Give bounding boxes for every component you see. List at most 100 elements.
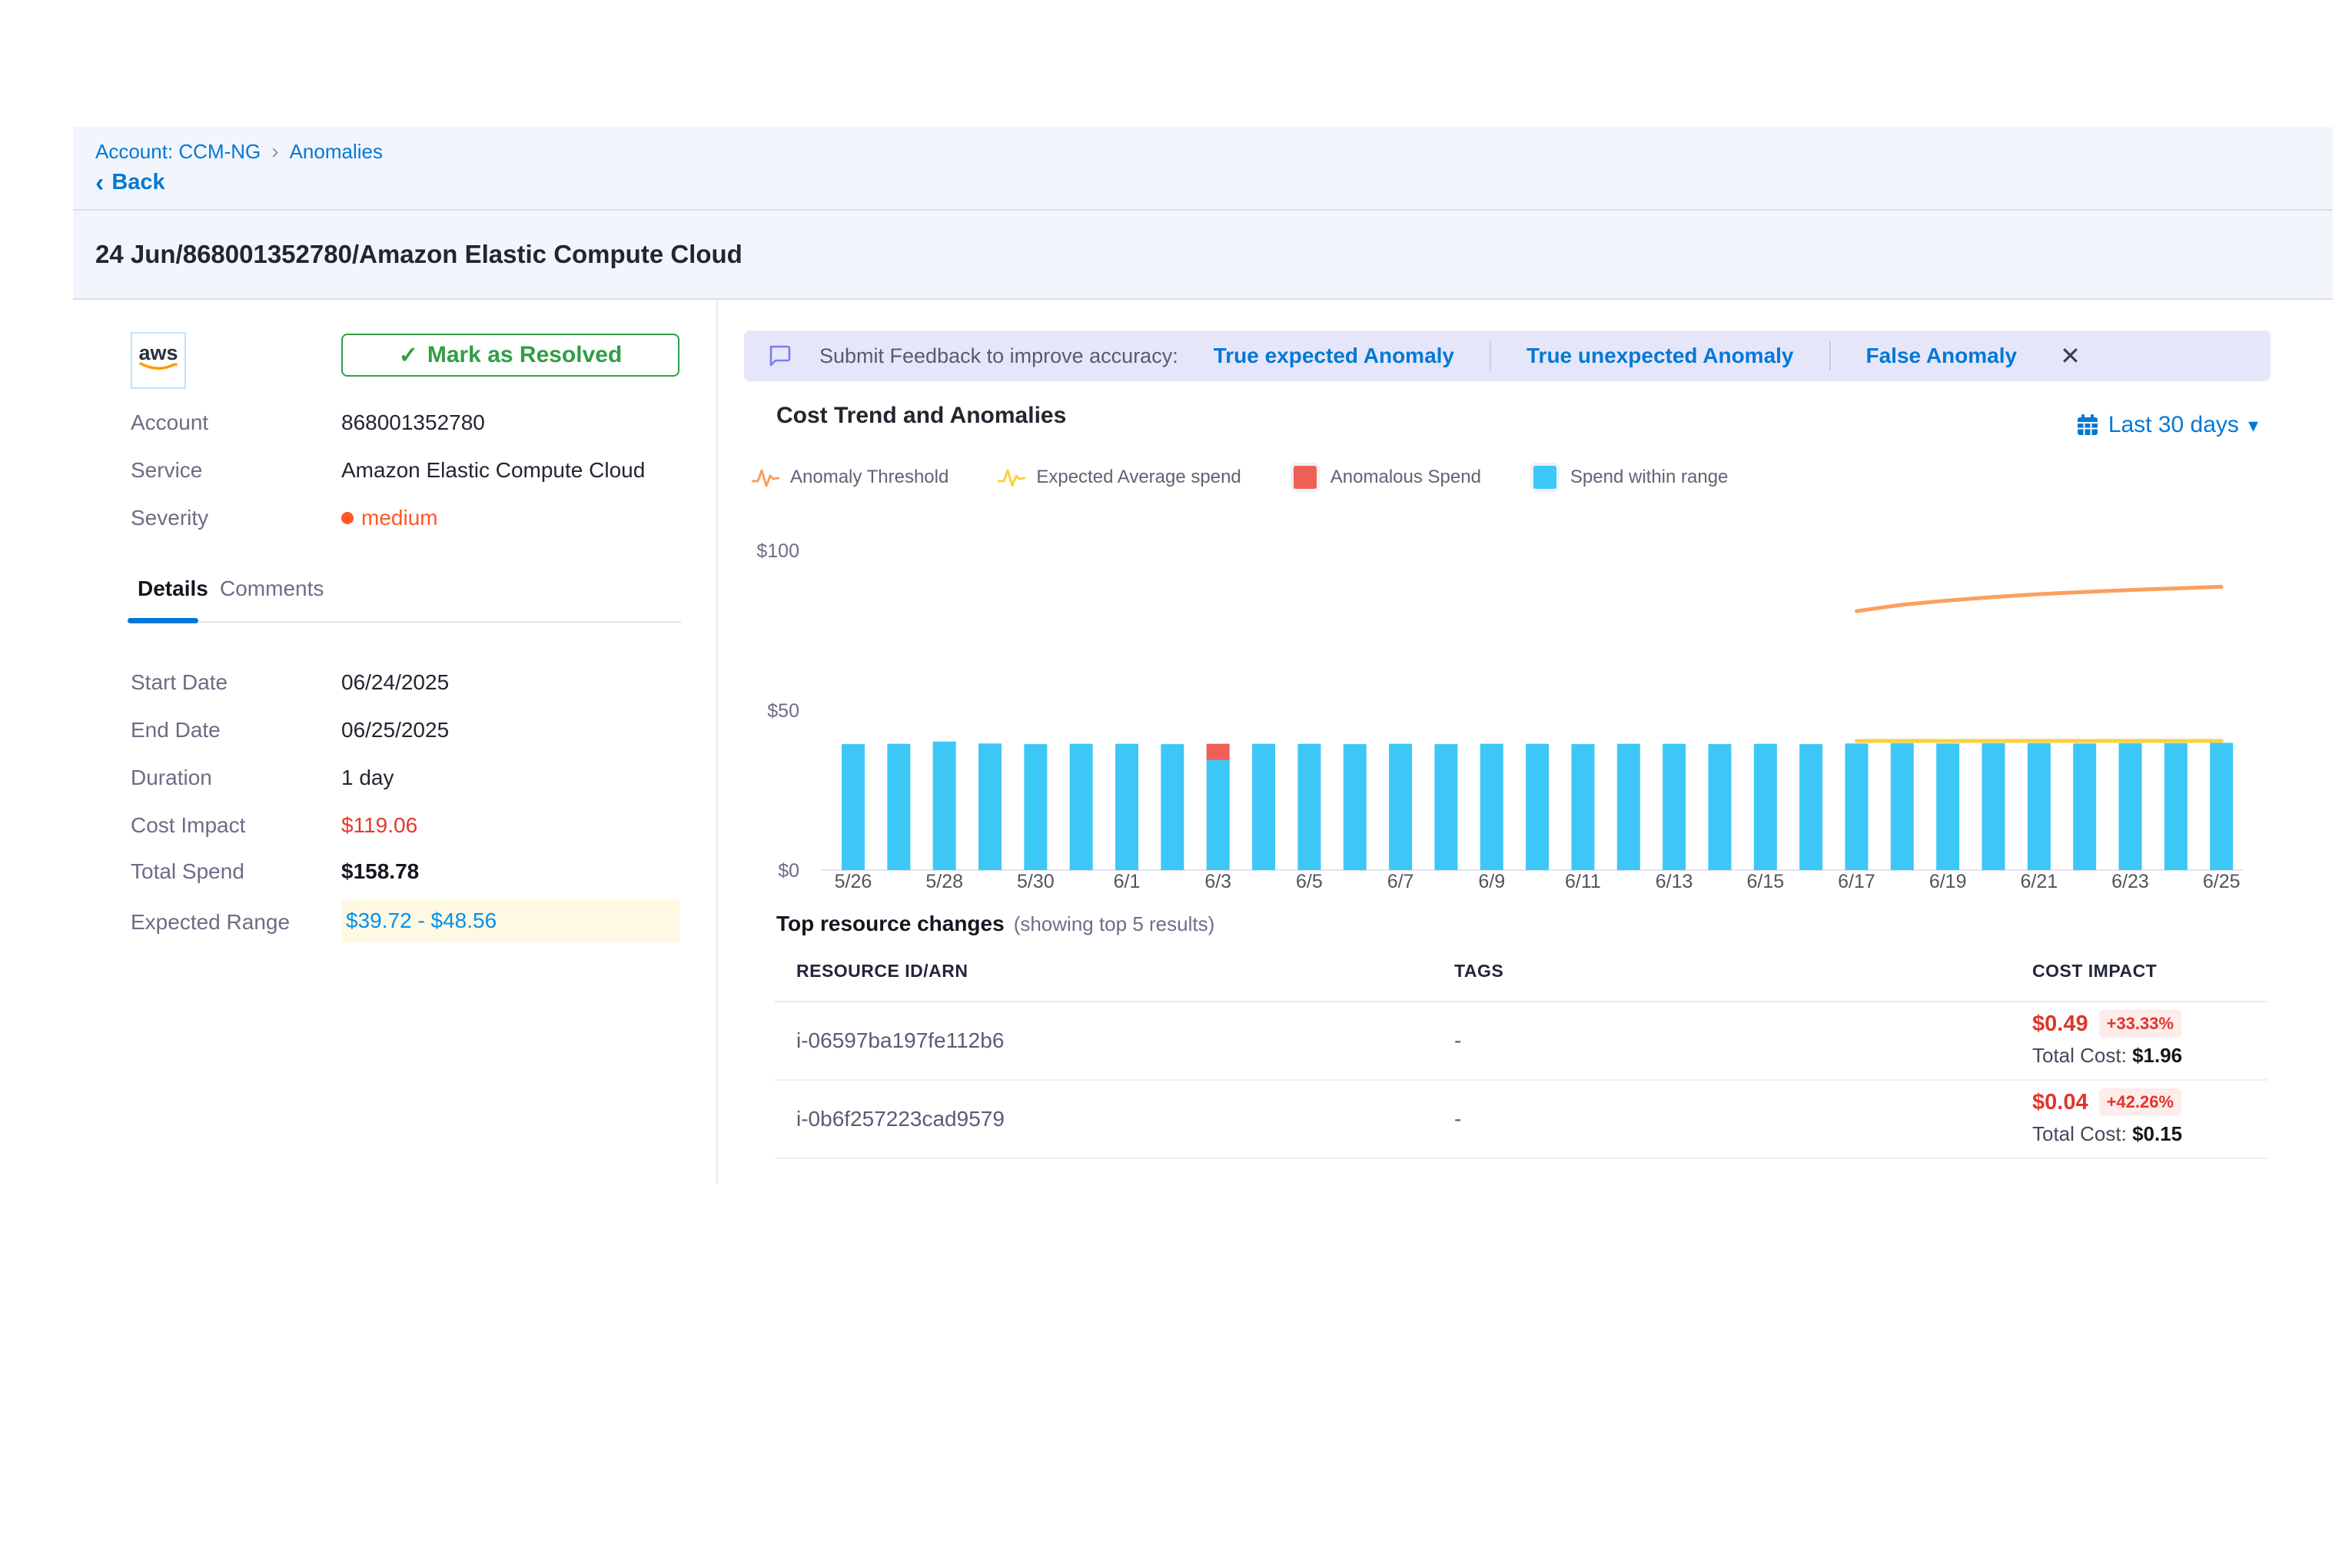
y-axis-tick: $50	[767, 700, 799, 722]
spend-bar[interactable]	[1480, 744, 1503, 870]
total-spend-value: $158.78	[341, 859, 419, 884]
spend-bar[interactable]	[1070, 744, 1093, 870]
expected-range-value: $39.72 - $48.56	[341, 909, 497, 933]
spend-bar[interactable]	[1845, 743, 1868, 870]
spend-bar[interactable]	[933, 742, 956, 870]
spend-bar[interactable]	[1891, 743, 1914, 870]
table-row: i-06597ba197fe112b6 - $0.49 +33.33% Tota…	[775, 1002, 2267, 1081]
resource-cost-impact: $0.04 +42.26% Total Cost: $0.15	[2032, 1088, 2182, 1146]
legend-expected-average: Expected Average spend	[998, 466, 1241, 489]
feedback-true-unexpected-button[interactable]: True unexpected Anomaly	[1519, 344, 1802, 368]
spend-bar[interactable]	[1297, 744, 1321, 870]
severity-text: medium	[361, 506, 438, 530]
date-range-picker[interactable]: Last 30 days ▾	[2076, 412, 2258, 438]
breadcrumb-anomalies-link[interactable]: Anomalies	[290, 140, 383, 164]
duration-value: 1 day	[341, 766, 394, 790]
breadcrumb-separator-icon: ›	[271, 139, 278, 164]
feedback-true-expected-button[interactable]: True expected Anomaly	[1206, 344, 1462, 368]
title-band: 24 Jun/868001352780/Amazon Elastic Compu…	[73, 211, 2333, 300]
breadcrumb-account-link[interactable]: Account: CCM-NG	[95, 140, 261, 164]
column-resource-id: RESOURCE ID/ARN	[796, 961, 968, 982]
top-resource-changes-title: Top resource changes	[776, 912, 1005, 936]
anomalous-spend-bar[interactable]	[1207, 744, 1230, 760]
resource-tags: -	[1454, 1081, 1461, 1158]
spend-bar[interactable]	[1434, 744, 1457, 870]
start-date-label: Start Date	[131, 670, 228, 695]
cost-impact-amount: $0.49	[2032, 1012, 2088, 1037]
breadcrumb: Account: CCM-NG › Anomalies	[95, 139, 383, 164]
spend-bar[interactable]	[1344, 744, 1367, 870]
spend-bar[interactable]	[1708, 744, 1731, 870]
cost-change-badge: +42.26%	[2099, 1088, 2181, 1116]
x-axis-date-label: 6/3	[1204, 871, 1231, 892]
top-resource-changes-header: Top resource changes (showing top 5 resu…	[776, 912, 1214, 936]
speech-bubble-icon	[767, 344, 792, 368]
spend-bar[interactable]	[1526, 744, 1549, 870]
anomaly-summary-panel: aws ✓ Mark as Resolved Account 868001352…	[73, 300, 716, 1184]
resource-cost-impact: $0.49 +33.33% Total Cost: $1.96	[2032, 1010, 2182, 1068]
spend-bar[interactable]	[1024, 744, 1047, 870]
duration-label: Duration	[131, 766, 212, 790]
feedback-false-anomaly-button[interactable]: False Anomaly	[1859, 344, 2025, 368]
feedback-close-icon[interactable]: ✕	[2060, 341, 2081, 370]
feedback-prompt: Submit Feedback to improve accuracy:	[819, 344, 1178, 368]
resource-tags: -	[1454, 1002, 1461, 1079]
page-title: 24 Jun/868001352780/Amazon Elastic Compu…	[95, 240, 742, 269]
spend-bar[interactable]	[1936, 743, 1959, 870]
spend-bar[interactable]	[1207, 760, 1230, 870]
legend-spend-within-range: Spend within range	[1530, 463, 1728, 492]
cost-trend-chart-area: $0$50$1005/265/285/306/16/36/56/76/96/11…	[744, 523, 2271, 907]
active-tab-indicator	[128, 618, 198, 623]
spend-bar[interactable]	[1389, 744, 1412, 870]
service-label: Service	[131, 458, 202, 483]
spend-bar[interactable]	[1982, 743, 2005, 870]
end-date-label: End Date	[131, 718, 221, 742]
chart-legend: Anomaly Threshold Expected Average spend…	[752, 463, 1728, 492]
spend-bar[interactable]	[1252, 744, 1275, 870]
spend-bar[interactable]	[2210, 742, 2233, 870]
spend-bar[interactable]	[842, 744, 865, 870]
spend-bar[interactable]	[2119, 743, 2142, 870]
cost-impact-amount: $0.04	[2032, 1090, 2088, 1115]
legend-label: Spend within range	[1570, 467, 1728, 488]
spend-bar[interactable]	[2164, 743, 2188, 870]
tab-details[interactable]: Details	[138, 576, 208, 601]
spend-bar[interactable]	[1617, 744, 1640, 870]
mark-as-resolved-button[interactable]: ✓ Mark as Resolved	[341, 334, 679, 377]
total-cost-label: Total Cost:	[2032, 1122, 2127, 1145]
start-date-value: 06/24/2025	[341, 670, 449, 695]
aws-logo: aws	[131, 332, 186, 389]
spend-bar[interactable]	[1115, 744, 1138, 870]
legend-anomalous-spend: Anomalous Spend	[1291, 463, 1481, 492]
cost-change-badge: +33.33%	[2099, 1010, 2181, 1038]
feedback-divider	[1490, 341, 1491, 370]
spend-bar[interactable]	[1571, 744, 1594, 870]
blue-square-icon	[1530, 463, 1560, 492]
x-axis-date-label: 5/30	[1017, 871, 1055, 892]
spend-bar[interactable]	[1799, 744, 1822, 870]
expected-range-highlight: $39.72 - $48.56	[341, 899, 679, 942]
column-tags: TAGS	[1454, 961, 1503, 982]
spend-bar[interactable]	[1754, 744, 1777, 870]
legend-label: Anomaly Threshold	[790, 467, 948, 488]
spend-bar[interactable]	[2073, 743, 2096, 870]
table-row: i-0b6f257223cad9579 - $0.04 +42.26% Tota…	[775, 1081, 2267, 1159]
back-button[interactable]: ‹ Back	[95, 170, 165, 195]
spend-bar[interactable]	[1161, 744, 1184, 870]
account-label: Account	[131, 410, 208, 435]
legend-anomaly-threshold: Anomaly Threshold	[752, 466, 948, 489]
tab-comments[interactable]: Comments	[220, 576, 324, 601]
x-axis-date-label: 6/19	[1929, 871, 1967, 892]
spend-bar[interactable]	[887, 744, 910, 870]
header-band: Account: CCM-NG › Anomalies ‹ Back	[73, 127, 2333, 211]
end-date-value: 06/25/2025	[341, 718, 449, 742]
spend-bar[interactable]	[2028, 743, 2051, 870]
chevron-left-icon: ‹	[95, 173, 104, 193]
spend-bar[interactable]	[978, 743, 1002, 870]
x-axis-date-label: 6/1	[1114, 871, 1141, 892]
mark-as-resolved-label: Mark as Resolved	[427, 342, 622, 368]
check-icon: ✓	[399, 342, 418, 369]
x-axis-date-label: 6/21	[2021, 871, 2058, 892]
cost-trend-panel: Submit Feedback to improve accuracy: Tru…	[744, 323, 2271, 1414]
spend-bar[interactable]	[1663, 744, 1686, 870]
